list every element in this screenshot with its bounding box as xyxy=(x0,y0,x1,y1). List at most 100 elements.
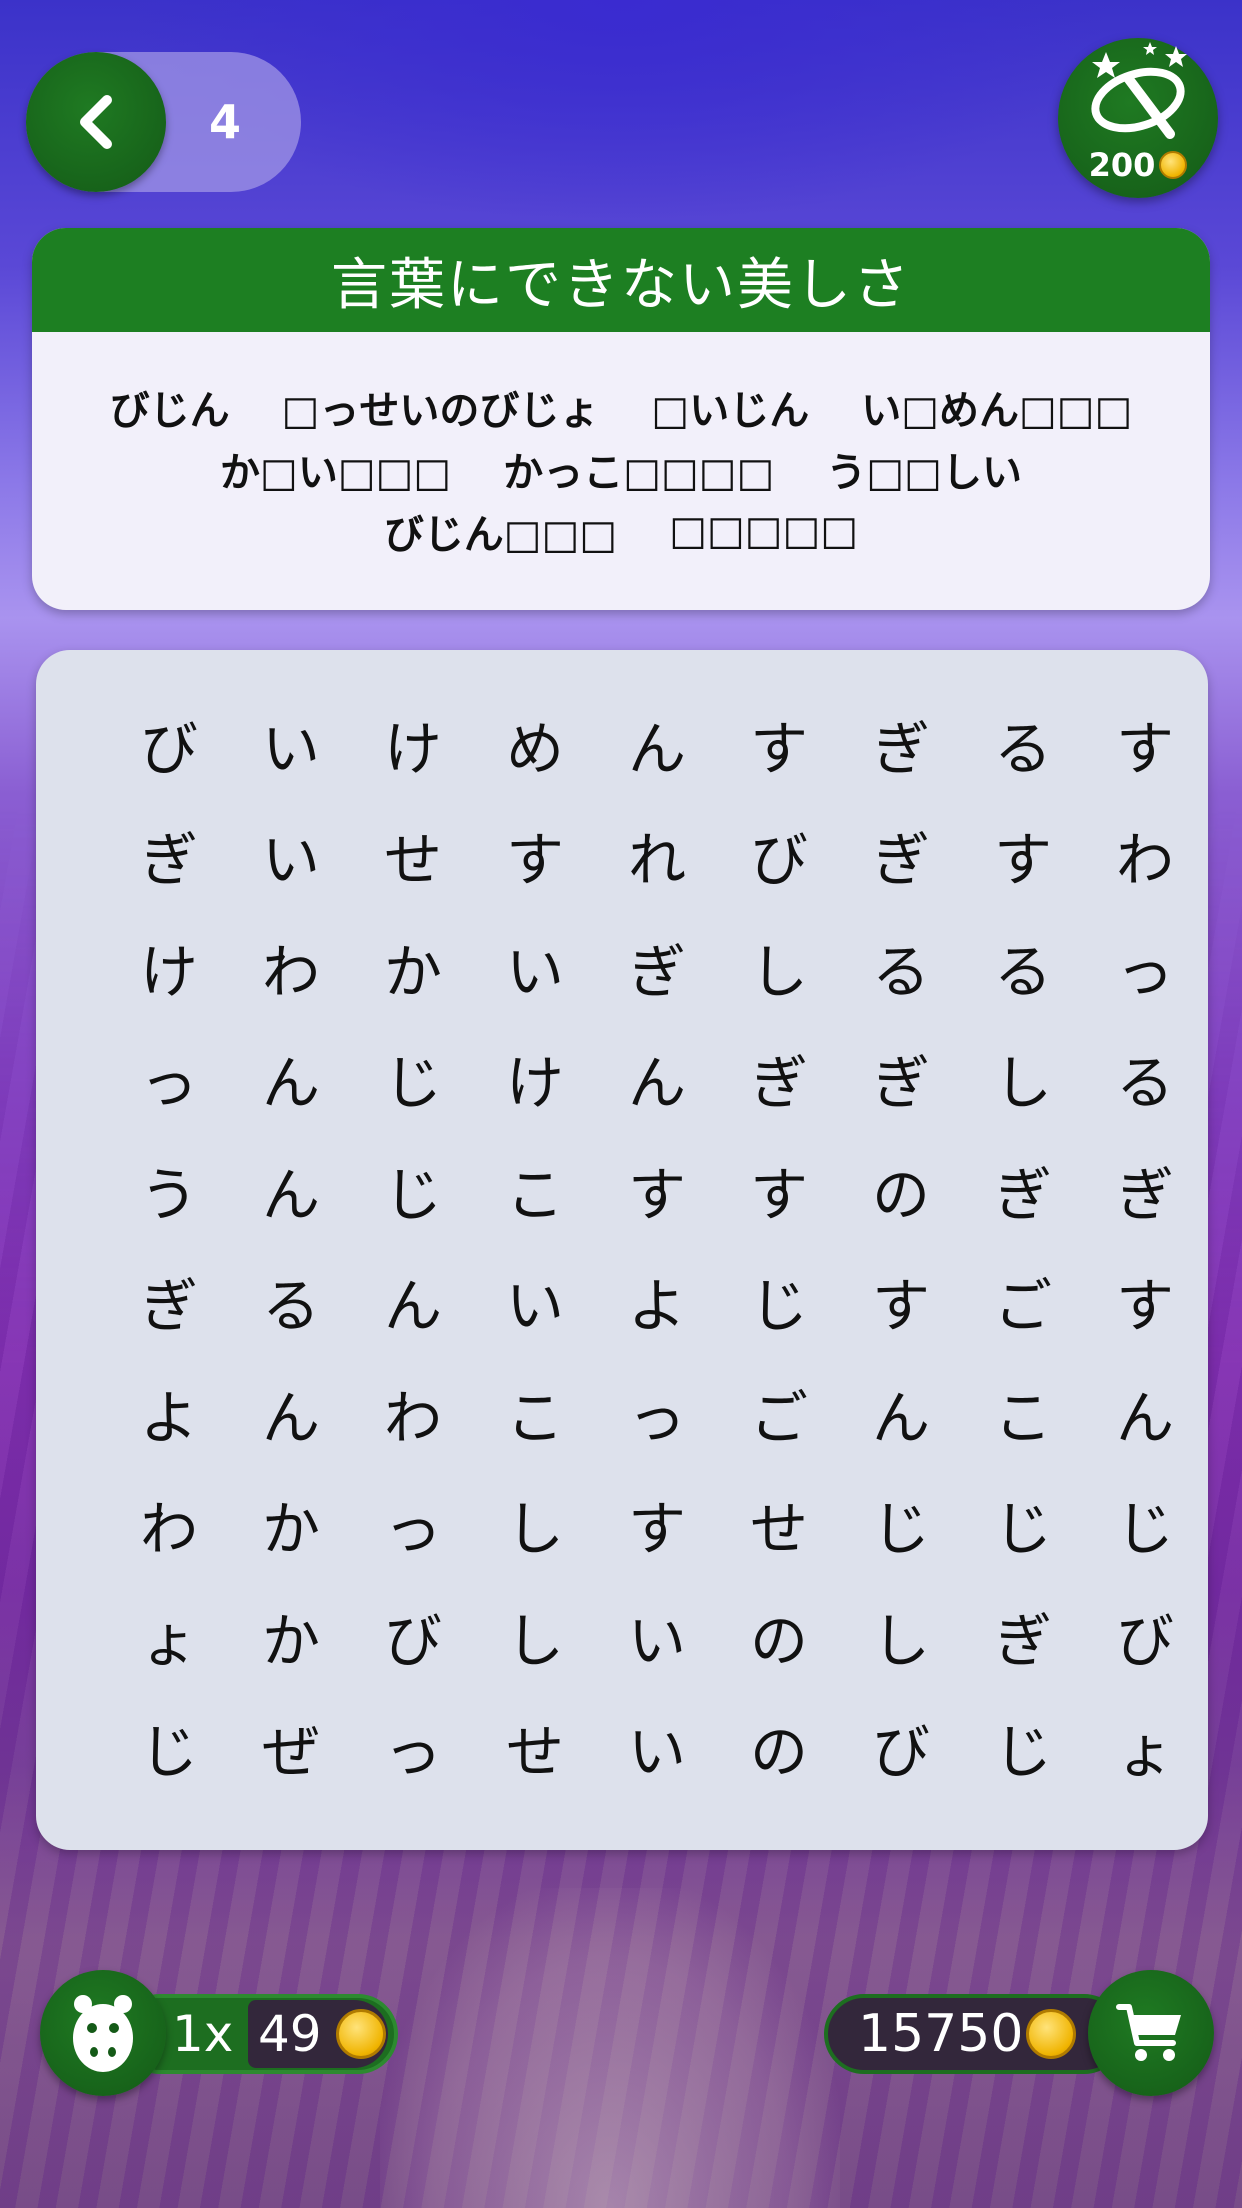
grid-cell[interactable]: じ xyxy=(108,1692,230,1804)
grid-cell[interactable]: っ xyxy=(352,1469,474,1581)
grid-cell[interactable]: け xyxy=(474,1023,596,1135)
grid-cell[interactable]: せ xyxy=(718,1469,840,1581)
grid-cell[interactable]: じ xyxy=(352,1023,474,1135)
grid-cell[interactable]: る xyxy=(840,911,962,1023)
grid-cell[interactable]: じ xyxy=(962,1469,1084,1581)
grid-cell[interactable]: ぎ xyxy=(108,800,230,912)
grid-cell[interactable]: す xyxy=(718,688,840,800)
grid-cell[interactable]: じ xyxy=(718,1246,840,1358)
grid-cell[interactable]: じ xyxy=(1084,1469,1206,1581)
grid-cell[interactable]: び xyxy=(1084,1580,1206,1692)
grid-cell[interactable]: ご xyxy=(718,1357,840,1469)
grid-cell[interactable]: っ xyxy=(108,1023,230,1135)
grid-cell[interactable]: ぜ xyxy=(230,1692,352,1804)
grid-cell[interactable]: す xyxy=(962,800,1084,912)
grid-cell[interactable]: の xyxy=(718,1692,840,1804)
grid-cell[interactable]: せ xyxy=(474,1692,596,1804)
grid-cell[interactable]: び xyxy=(108,688,230,800)
coins-earned: 49 xyxy=(258,2005,322,2063)
grid-cell[interactable]: っ xyxy=(596,1357,718,1469)
grid-cell[interactable]: い xyxy=(230,688,352,800)
grid-cell[interactable]: こ xyxy=(474,1134,596,1246)
grid-cell[interactable]: ぎ xyxy=(718,1023,840,1135)
grid-cell[interactable]: ん xyxy=(596,688,718,800)
grid-cell[interactable]: び xyxy=(840,1692,962,1804)
grid-cell[interactable]: け xyxy=(352,688,474,800)
grid-cell[interactable]: し xyxy=(474,1469,596,1581)
grid-cell[interactable]: ぎ xyxy=(1084,1134,1206,1246)
grid-cell[interactable]: ぎ xyxy=(840,800,962,912)
grid-cell[interactable]: ぎ xyxy=(962,1134,1084,1246)
target-word: い□めん□□□ xyxy=(861,388,1133,434)
grid-cell[interactable]: わ xyxy=(108,1469,230,1581)
grid-cell[interactable]: い xyxy=(474,1246,596,1358)
grid-cell[interactable]: ん xyxy=(230,1023,352,1135)
grid-cell[interactable]: す xyxy=(718,1134,840,1246)
grid-cell[interactable]: ん xyxy=(596,1023,718,1135)
grid-cell[interactable]: す xyxy=(474,800,596,912)
letter-grid[interactable]: びいけめんすぎるすぎいせすれびぎすわけわかいぎしるるっっんじけんぎぎしるうんじこ… xyxy=(108,688,1174,1804)
grid-cell[interactable]: ぎ xyxy=(840,688,962,800)
grid-cell[interactable]: す xyxy=(596,1469,718,1581)
grid-cell[interactable]: る xyxy=(1084,1023,1206,1135)
grid-cell[interactable]: ん xyxy=(230,1134,352,1246)
grid-cell[interactable]: こ xyxy=(474,1357,596,1469)
grid-cell[interactable]: よ xyxy=(108,1357,230,1469)
grid-cell[interactable]: め xyxy=(474,688,596,800)
grid-cell[interactable]: る xyxy=(962,911,1084,1023)
grid-cell[interactable]: す xyxy=(1084,1246,1206,1358)
back-button[interactable] xyxy=(26,52,166,192)
grid-cell[interactable]: じ xyxy=(840,1469,962,1581)
grid-cell[interactable]: し xyxy=(962,1023,1084,1135)
grid-cell[interactable]: い xyxy=(230,800,352,912)
grid-cell[interactable]: し xyxy=(474,1580,596,1692)
grid-cell[interactable]: ん xyxy=(840,1357,962,1469)
grid-cell[interactable]: わ xyxy=(230,911,352,1023)
grid-cell[interactable]: よ xyxy=(596,1246,718,1358)
hint-cost: 200 xyxy=(1058,146,1218,184)
grid-cell[interactable]: び xyxy=(352,1580,474,1692)
hint-cost-value: 200 xyxy=(1088,146,1156,184)
grid-cell[interactable]: し xyxy=(718,911,840,1023)
grid-cell[interactable]: ご xyxy=(962,1246,1084,1358)
grid-cell[interactable]: ぎ xyxy=(596,911,718,1023)
grid-cell[interactable]: る xyxy=(962,688,1084,800)
grid-cell[interactable]: い xyxy=(596,1692,718,1804)
grid-cell[interactable]: ぎ xyxy=(108,1246,230,1358)
grid-cell[interactable]: っ xyxy=(1084,911,1206,1023)
grid-cell[interactable]: ょ xyxy=(1084,1692,1206,1804)
grid-cell[interactable]: か xyxy=(230,1469,352,1581)
grid-cell[interactable]: う xyxy=(108,1134,230,1246)
grid-cell[interactable]: ぎ xyxy=(840,1023,962,1135)
grid-cell[interactable]: ん xyxy=(1084,1357,1206,1469)
grid-cell[interactable]: い xyxy=(474,911,596,1023)
grid-cell[interactable]: ぎ xyxy=(962,1580,1084,1692)
grid-cell[interactable]: し xyxy=(840,1580,962,1692)
grid-cell[interactable]: っ xyxy=(352,1692,474,1804)
grid-cell[interactable]: す xyxy=(596,1134,718,1246)
grid-cell[interactable]: す xyxy=(840,1246,962,1358)
grid-cell[interactable]: か xyxy=(230,1580,352,1692)
grid-cell[interactable]: れ xyxy=(596,800,718,912)
grid-cell[interactable]: の xyxy=(718,1580,840,1692)
grid-cell[interactable]: せ xyxy=(352,800,474,912)
grid-cell[interactable]: わ xyxy=(352,1357,474,1469)
grid-cell[interactable]: こ xyxy=(962,1357,1084,1469)
grid-cell[interactable]: い xyxy=(596,1580,718,1692)
coin-icon xyxy=(1159,151,1188,179)
grid-cell[interactable]: ん xyxy=(352,1246,474,1358)
grid-cell[interactable]: す xyxy=(1084,688,1206,800)
grid-cell[interactable]: び xyxy=(718,800,840,912)
grid-cell[interactable]: か xyxy=(352,911,474,1023)
mascot-button[interactable] xyxy=(40,1970,166,2096)
shop-cart-button[interactable] xyxy=(1088,1970,1214,2096)
grid-cell[interactable]: じ xyxy=(962,1692,1084,1804)
grid-cell[interactable]: ょ xyxy=(108,1580,230,1692)
hint-button[interactable]: 200 xyxy=(1058,38,1218,198)
grid-cell[interactable]: る xyxy=(230,1246,352,1358)
grid-cell[interactable]: の xyxy=(840,1134,962,1246)
grid-cell[interactable]: わ xyxy=(1084,800,1206,912)
grid-cell[interactable]: じ xyxy=(352,1134,474,1246)
grid-cell[interactable]: け xyxy=(108,911,230,1023)
grid-cell[interactable]: ん xyxy=(230,1357,352,1469)
